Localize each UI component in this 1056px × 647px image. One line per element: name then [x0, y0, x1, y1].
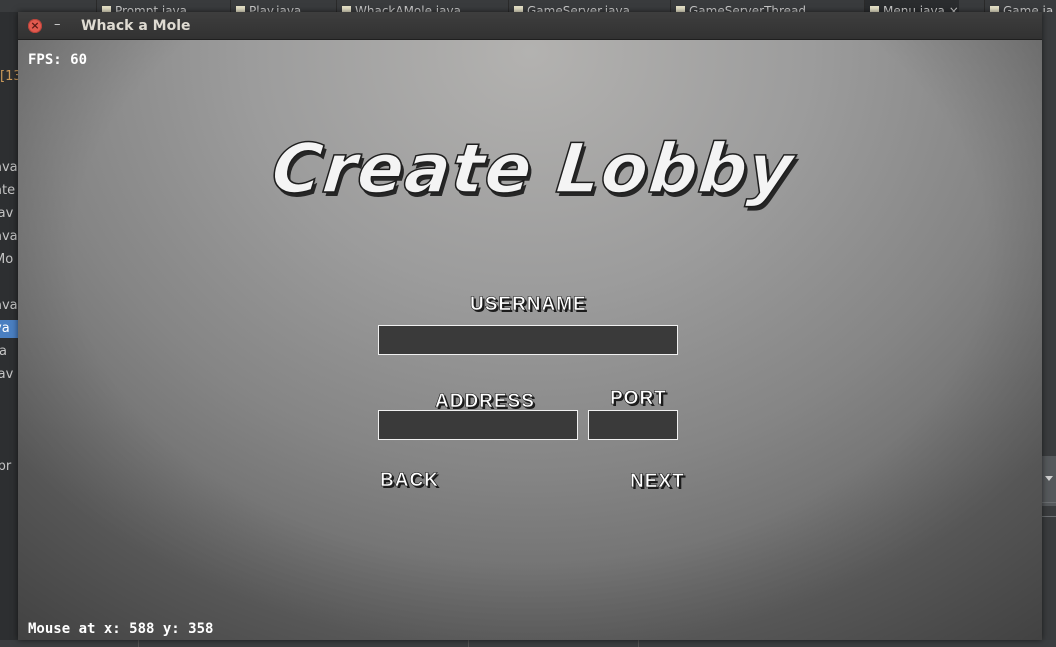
fps-counter: FPS: 60	[28, 52, 88, 68]
scroll-down-button[interactable]	[1042, 456, 1056, 506]
ide-project-sidebar: [13 ava ate jav ava Mo ava va a jav ibr	[0, 12, 18, 647]
divider	[468, 640, 469, 647]
game-canvas[interactable]: FPS: 60 Create Lobby USERNAME ADDRESS PO…	[18, 40, 1042, 640]
sidebar-item[interactable]: ate	[0, 182, 18, 200]
ide-tab-bar: Prompt.java Play.java WhackAMole.java Ga…	[0, 0, 1056, 12]
page-title: Create Lobby	[267, 129, 798, 210]
close-icon: ×	[30, 19, 40, 32]
sidebar-item[interactable]: ava	[0, 297, 18, 315]
chevron-down-icon	[1045, 476, 1053, 481]
sidebar-item[interactable]: Mo	[0, 251, 18, 269]
ide-tab-game[interactable]: Game.ja	[984, 0, 1053, 12]
ide-tab-play[interactable]: Play.java	[230, 0, 301, 12]
divider	[1042, 516, 1056, 517]
sidebar-item[interactable]: ibr	[0, 458, 18, 476]
ide-tab-gameserver[interactable]: GameServer.java	[508, 0, 630, 12]
ide-tab-menu[interactable]: Menu.java ×	[864, 0, 959, 12]
sidebar-item[interactable]: a	[0, 343, 18, 361]
address-input[interactable]	[378, 410, 578, 440]
divider	[138, 640, 139, 647]
back-button[interactable]: BACK	[380, 470, 439, 492]
minimize-icon: –	[54, 17, 61, 32]
window-title: Whack a Mole	[81, 18, 191, 34]
mouse-position-readout: Mouse at x: 588 y: 358	[28, 621, 214, 637]
close-button[interactable]: ×	[28, 19, 42, 33]
ide-tab-prompt[interactable]: Prompt.java	[96, 0, 187, 12]
username-input[interactable]	[378, 325, 678, 355]
ide-right-scrollbar[interactable]	[1042, 12, 1056, 647]
next-button[interactable]: NEXT	[630, 471, 685, 493]
sidebar-item[interactable]: ava	[0, 159, 18, 177]
ide-status-bar	[0, 640, 1056, 647]
sidebar-bracket-text: [13	[0, 69, 18, 84]
ide-tab-gameserverthread[interactable]: GameServerThread	[670, 0, 806, 12]
sidebar-item-selected[interactable]: va	[0, 320, 18, 338]
sidebar-item[interactable]: jav	[0, 205, 18, 223]
port-label: PORT	[610, 388, 667, 410]
sidebar-item[interactable]: jav	[0, 366, 18, 384]
game-window: × – Whack a Mole FPS: 60 Create Lobby US…	[18, 12, 1042, 640]
ide-tab-whackamole[interactable]: WhackAMole.java	[336, 0, 461, 12]
divider	[638, 640, 639, 647]
sidebar-item[interactable]: ava	[0, 228, 18, 246]
username-label: USERNAME	[470, 294, 587, 316]
minimize-button[interactable]: –	[54, 17, 64, 33]
port-input[interactable]	[588, 410, 678, 440]
divider	[1042, 502, 1056, 503]
window-titlebar[interactable]: × – Whack a Mole	[18, 12, 1042, 40]
